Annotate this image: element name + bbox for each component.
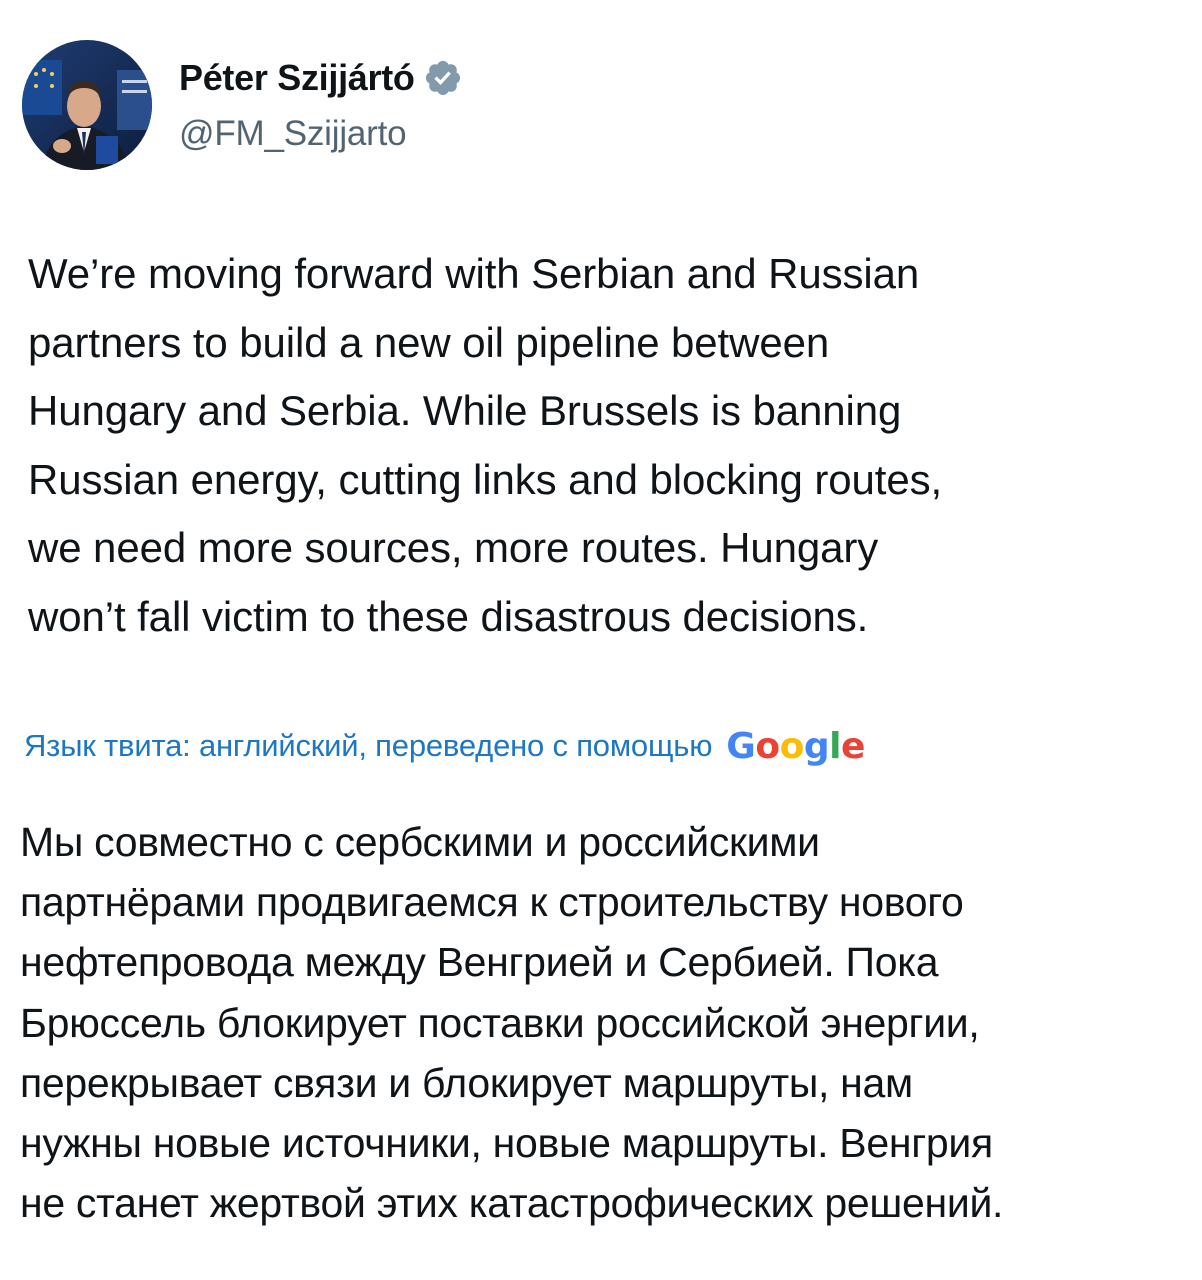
translated-text-line: перекрывает связи и блокирует маршруты, … (20, 1059, 913, 1106)
tweet-text-line: partners to build a new oil pipeline bet… (28, 318, 830, 366)
author-display-name[interactable]: Péter Szijjártó (179, 57, 415, 99)
tweet-text-line: Russian energy, cutting links and blocki… (28, 455, 943, 503)
translated-text: Мы совместно с сербскими и российскими п… (20, 812, 1190, 1233)
translated-text-line: партнёрами продвигаемся к строительству … (20, 879, 964, 926)
tweet-text-line: we need more sources, more routes. Hunga… (28, 524, 879, 571)
google-logo-letter: G (726, 725, 756, 767)
translated-text-line: Мы совместно с сербскими и российскими (20, 819, 820, 865)
google-logo-letter: o (755, 725, 780, 767)
translated-text-line: нефтепровода между Венгрией и Сербией. П… (20, 939, 939, 986)
author-names: Péter Szijjártó @FM_Szijjarto (179, 56, 463, 154)
tweet-text: We’re moving forward with Serbian and Ru… (28, 240, 1178, 651)
avatar[interactable] (22, 40, 152, 170)
google-logo-letter: l (829, 725, 841, 767)
translated-text-line: нужны новые источники, новые маршруты. В… (20, 1120, 993, 1167)
name-row: Péter Szijjártó (179, 56, 463, 100)
verified-badge-icon (423, 58, 463, 98)
tweet-header: Péter Szijjártó @FM_Szijjarto (22, 40, 463, 170)
author-handle[interactable]: @FM_Szijjarto (179, 114, 463, 154)
tweet-text-line: We’re moving forward with Serbian and Ru… (28, 250, 920, 297)
translation-label-link[interactable]: Язык твита: английский, переведено с пом… (24, 728, 712, 764)
translated-text-line: не станет жертвой этих катастрофических … (20, 1180, 1004, 1227)
translation-attribution: Язык твита: английский, переведено с пом… (24, 716, 865, 776)
google-logo-letter: g (803, 725, 830, 767)
google-logo-letter: e (840, 725, 865, 767)
tweet-text-line: Hungary and Serbia. While Brussels is ba… (28, 387, 902, 434)
tweet: Péter Szijjártó @FM_Szijjarto We’re movi… (0, 0, 1202, 1280)
translated-text-line: Брюссель блокирует поставки российской э… (20, 999, 980, 1046)
tweet-text-line: won’t fall victim to these disastrous de… (28, 592, 869, 640)
google-logo: Google (726, 726, 865, 767)
profile-photo-icon (22, 40, 152, 170)
google-logo-letter: o (779, 725, 805, 767)
